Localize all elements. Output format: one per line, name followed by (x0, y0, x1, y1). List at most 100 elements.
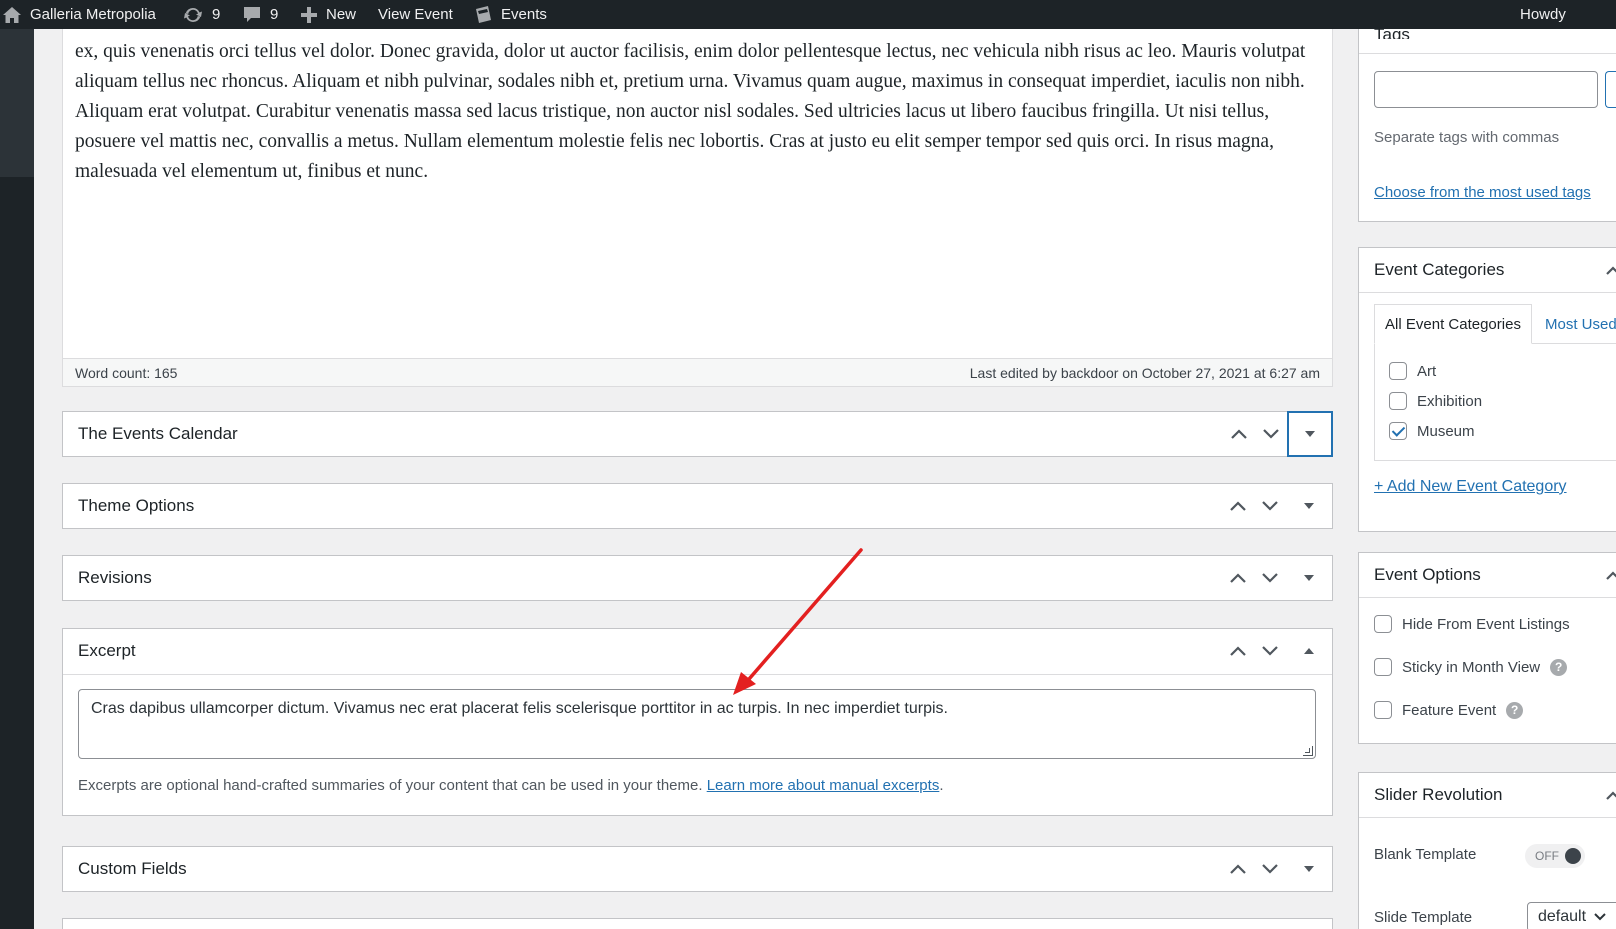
move-down-button[interactable] (1254, 629, 1286, 673)
resize-grip-icon[interactable] (1303, 746, 1313, 756)
category-museum[interactable]: Museum (1389, 422, 1475, 440)
postbox-title[interactable]: Theme Options (78, 484, 194, 528)
home-icon (2, 6, 22, 24)
tab-most-used[interactable]: Most Used (1545, 304, 1616, 344)
toggle-panel-button[interactable] (1286, 556, 1332, 600)
slider-revolution-title[interactable]: Slider Revolution (1374, 773, 1503, 817)
site-name-link[interactable]: Galleria Metropolia (2, 0, 156, 29)
category-exhibition-checkbox[interactable] (1389, 392, 1407, 410)
comments-link[interactable]: 9 (242, 0, 278, 29)
updates-link[interactable]: 9 (182, 0, 220, 29)
slide-template-select[interactable]: default (1527, 902, 1616, 929)
move-up-button[interactable] (1222, 484, 1254, 528)
event-categories-title[interactable]: Event Categories (1374, 248, 1504, 292)
plus-icon (300, 6, 318, 24)
chevron-up-icon[interactable] (1606, 262, 1616, 276)
editor-text[interactable]: ex, quis venenatis orci tellus vel dolor… (75, 37, 1315, 187)
editor-status-bar: Word count: 165 Last edited by backdoor … (62, 358, 1333, 387)
blank-template-toggle[interactable]: OFF (1525, 844, 1585, 868)
postbox-title[interactable]: Revisions (78, 556, 152, 600)
move-down-button[interactable] (1255, 412, 1287, 456)
tags-help: Separate tags with commas (1374, 129, 1560, 146)
postbox-title[interactable]: Excerpt (78, 629, 136, 673)
new-tag-input[interactable] (1374, 71, 1598, 108)
postbox-title[interactable]: Custom Fields (78, 847, 187, 891)
chevron-down-icon (1262, 501, 1278, 511)
divider (1359, 597, 1616, 598)
last-edited: Last edited by backdoor on October 27, 2… (969, 365, 1320, 381)
chevron-up-icon (1230, 646, 1246, 656)
hide-from-listings-checkbox[interactable] (1374, 615, 1392, 633)
caret-down-icon (1305, 431, 1315, 437)
choose-most-used-tags-link[interactable]: Choose from the most used tags (1374, 184, 1591, 201)
admin-menu-active-item[interactable] (0, 29, 34, 177)
slider-revolution-box: Slider Revolution Blank Template OFF Sli… (1358, 772, 1616, 929)
chevron-down-icon (1594, 913, 1606, 921)
postbox-title[interactable]: The Events Calendar (78, 412, 238, 456)
move-down-button[interactable] (1254, 847, 1286, 891)
new-content-link[interactable]: New (300, 0, 356, 29)
move-up-button[interactable] (1223, 412, 1255, 456)
feature-event-option[interactable]: Feature Event ? (1374, 701, 1524, 719)
chevron-up-icon[interactable] (1606, 787, 1616, 801)
learn-more-excerpts-link[interactable]: Learn more about manual excerpts (707, 777, 940, 794)
slide-template-label: Slide Template (1374, 909, 1473, 926)
toggle-panel-button[interactable] (1286, 629, 1332, 673)
add-new-event-category-link[interactable]: + Add New Event Category (1374, 478, 1567, 496)
chevron-up-icon[interactable] (1606, 567, 1616, 581)
howdy-label: Howdy (1520, 6, 1566, 23)
site-name-label: Galleria Metropolia (30, 6, 156, 23)
editor-content-area[interactable]: ex, quis venenatis orci tellus vel dolor… (62, 29, 1333, 359)
excerpt-value: Cras dapibus ullamcorper dictum. Vivamus… (91, 700, 948, 717)
excerpt-help: Excerpts are optional hand-crafted summa… (78, 777, 944, 794)
caret-down-icon (1304, 866, 1314, 872)
help-icon[interactable]: ? (1506, 701, 1524, 719)
add-tag-button[interactable] (1605, 71, 1616, 108)
sticky-month-view-option[interactable]: Sticky in Month View ? (1374, 658, 1568, 676)
chevron-down-icon (1262, 646, 1278, 656)
my-account-link[interactable]: Howdy (1520, 0, 1566, 29)
chevron-up-icon (1230, 573, 1246, 583)
move-down-button[interactable] (1254, 556, 1286, 600)
tags-box: Tags Separate tags with commas Choose fr… (1358, 25, 1616, 222)
category-label: Art (1417, 362, 1437, 380)
category-exhibition[interactable]: Exhibition (1389, 392, 1482, 410)
chevron-up-icon (1231, 429, 1247, 439)
hide-from-listings-option[interactable]: Hide From Event Listings (1374, 615, 1570, 633)
caret-up-icon (1304, 648, 1314, 654)
view-event-link[interactable]: View Event (378, 0, 453, 29)
toggle-panel-button[interactable] (1286, 847, 1332, 891)
toggle-knob (1565, 848, 1581, 864)
move-down-button[interactable] (1254, 484, 1286, 528)
toggle-panel-button[interactable] (1286, 484, 1332, 528)
category-museum-checkbox[interactable] (1389, 422, 1407, 440)
category-label: Exhibition (1417, 392, 1483, 410)
excerpt-textarea[interactable]: Cras dapibus ullamcorper dictum. Vivamus… (78, 689, 1316, 759)
events-link[interactable]: Events (473, 0, 547, 29)
comments-count: 9 (270, 6, 279, 23)
event-categories-box: Event Categories All Event Categories Mo… (1358, 247, 1616, 532)
divider (63, 674, 1332, 675)
postbox-custom-fields: Custom Fields (62, 846, 1333, 892)
sticky-month-view-checkbox[interactable] (1374, 658, 1392, 676)
postbox-theme-options: Theme Options (62, 483, 1333, 529)
move-up-button[interactable] (1222, 629, 1254, 673)
postbox-events-calendar: The Events Calendar (62, 411, 1333, 457)
help-icon[interactable]: ? (1550, 658, 1568, 676)
event-options-title[interactable]: Event Options (1374, 553, 1481, 597)
move-up-button[interactable] (1222, 556, 1254, 600)
refresh-icon (182, 6, 204, 24)
caret-down-icon (1304, 575, 1314, 581)
events-label: Events (501, 6, 547, 23)
toggle-panel-button[interactable] (1287, 411, 1333, 457)
feature-event-checkbox[interactable] (1374, 701, 1392, 719)
calendar-icon (473, 5, 493, 25)
toggle-state: OFF (1535, 849, 1559, 863)
category-art[interactable]: Art (1389, 362, 1436, 380)
option-label: Hide From Event Listings (1402, 615, 1570, 633)
tab-all-event-categories[interactable]: All Event Categories (1374, 304, 1532, 344)
excerpt-help-text: Excerpts are optional hand-crafted summa… (78, 777, 707, 794)
move-up-button[interactable] (1222, 847, 1254, 891)
category-art-checkbox[interactable] (1389, 362, 1407, 380)
chevron-down-icon (1263, 429, 1279, 439)
